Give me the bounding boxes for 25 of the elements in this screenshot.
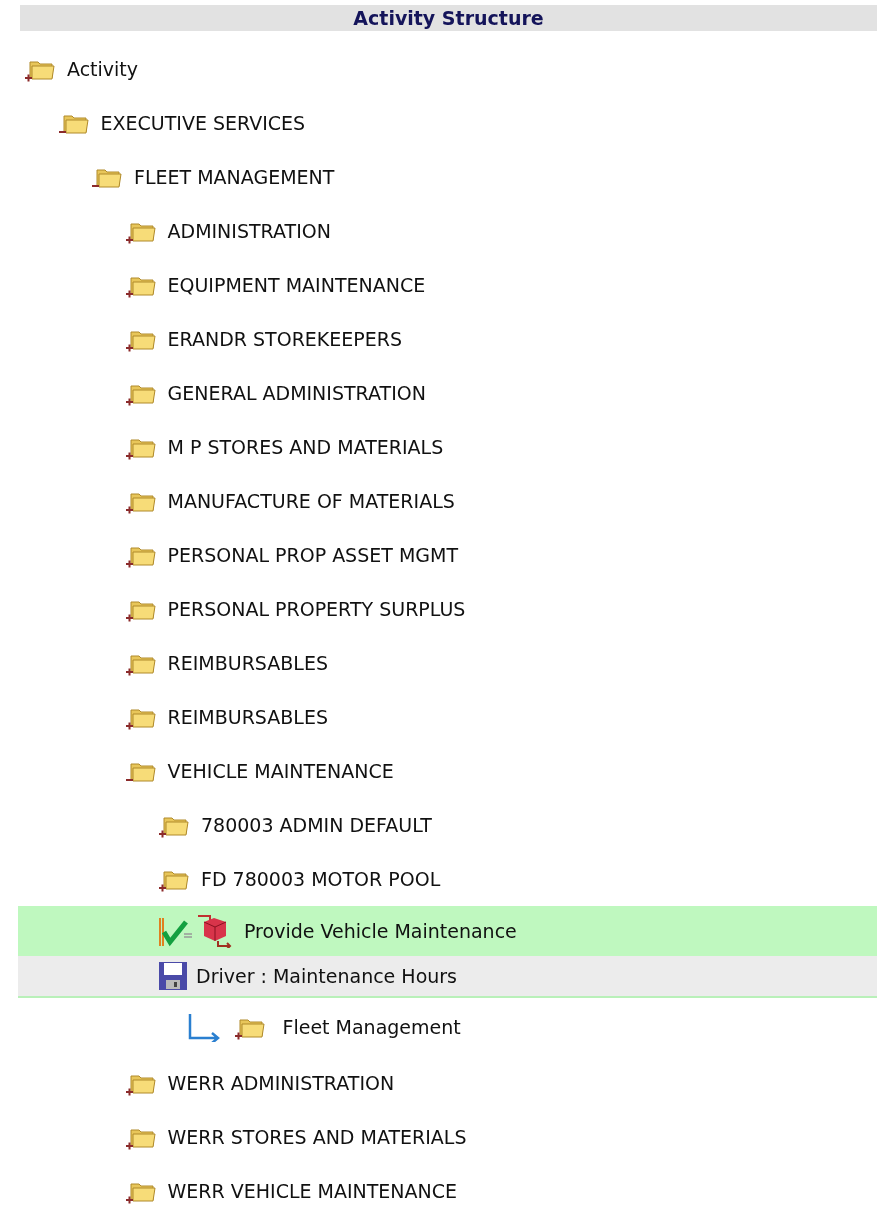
driver-label[interactable]: Driver : Maintenance Hours (196, 965, 457, 987)
tree-item[interactable]: WERR ADMINISTRATION (167, 1072, 395, 1094)
tree-item[interactable]: MANUFACTURE OF MATERIALS (167, 490, 455, 512)
tree-item[interactable]: WERR VEHICLE MAINTENANCE (167, 1180, 458, 1202)
tree-item[interactable]: PERSONAL PROP ASSET MGMT (167, 544, 458, 566)
tree-item[interactable]: M P STORES AND MATERIALS (167, 436, 444, 458)
tree-item[interactable]: 780003 ADMIN DEFAULT (201, 814, 432, 836)
tree-item[interactable]: FLEET MANAGEMENT (134, 166, 335, 188)
tree-item[interactable]: GENERAL ADMINISTRATION (167, 382, 426, 404)
tree-item[interactable]: Fleet Management (282, 1016, 461, 1038)
tree-item[interactable]: ERANDR STOREKEEPERS (167, 328, 403, 350)
tree-item[interactable]: REIMBURSABLES (167, 652, 328, 674)
tree-item[interactable]: EQUIPMENT MAINTENANCE (167, 274, 426, 296)
cube-icon (198, 914, 232, 948)
tree-item[interactable]: FD 780003 MOTOR POOL (201, 868, 441, 890)
tree-item[interactable]: PERSONAL PROPERTY SURPLUS (167, 598, 466, 620)
tree-item[interactable]: ADMINISTRATION (167, 220, 331, 242)
arrow-icon (187, 1012, 222, 1042)
tree-item[interactable]: WERR STORES AND MATERIALS (167, 1126, 467, 1148)
tree-item[interactable]: EXECUTIVE SERVICES (100, 112, 306, 134)
activity-row[interactable]: Provide Vehicle Maintenance (18, 906, 877, 956)
tree-item[interactable]: REIMBURSABLES (167, 706, 328, 728)
tree-item[interactable]: VEHICLE MAINTENANCE (167, 760, 394, 782)
tree-item[interactable]: Activity (67, 58, 139, 80)
panel-title: Activity Structure (20, 5, 877, 31)
